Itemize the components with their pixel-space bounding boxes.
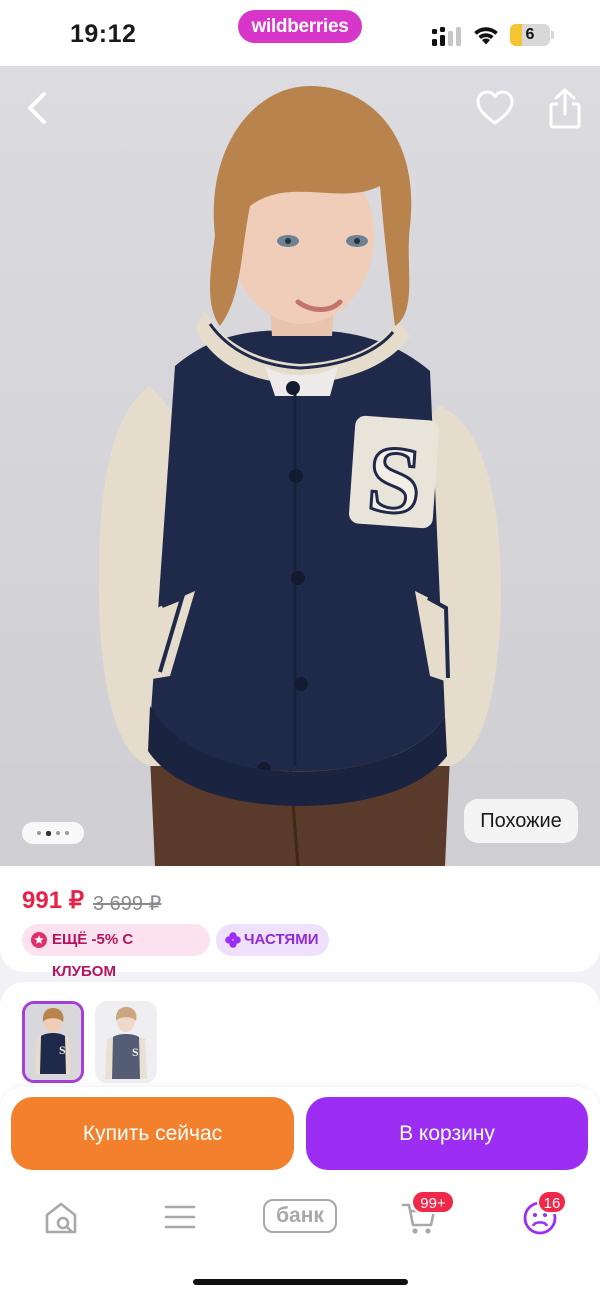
- carousel-dot-active: [46, 830, 51, 836]
- heart-icon[interactable]: [474, 88, 516, 128]
- club-discount-text: ЕЩЁ -5% С КЛУБОМ: [52, 931, 134, 980]
- product-photo[interactable]: S Похожие: [0, 66, 600, 866]
- home-search-icon: [45, 1202, 77, 1234]
- buy-now-button[interactable]: Купить сейчас: [11, 1097, 294, 1170]
- carousel-pagination: [22, 822, 84, 844]
- wifi-icon: [474, 27, 498, 45]
- cart-count-badge: 99+: [411, 1190, 455, 1214]
- add-to-cart-button[interactable]: В корзину: [306, 1097, 588, 1170]
- similar-products-button[interactable]: Похожие: [464, 799, 578, 843]
- status-bar: 19:12 wildberries 6: [0, 0, 600, 66]
- installments-clover-icon: [225, 932, 241, 948]
- battery-cap: [551, 31, 554, 39]
- brand-logo[interactable]: wildberries: [238, 10, 362, 43]
- svg-text:S: S: [59, 1043, 66, 1057]
- thumbnail-selected[interactable]: S: [22, 1001, 84, 1083]
- carousel-dot: [37, 831, 41, 835]
- club-star-icon: [31, 932, 47, 948]
- home-indicator[interactable]: [193, 1279, 408, 1285]
- battery-indicator: 6: [510, 24, 554, 46]
- carousel-dot: [56, 831, 60, 835]
- share-icon[interactable]: [545, 86, 585, 130]
- menu-icon: [164, 1205, 196, 1229]
- product-screen: 19:12 wildberries 6 S Похожие 991 ₽ 3 69…: [0, 0, 600, 1297]
- status-time: 19:12: [70, 20, 137, 48]
- carousel-dot: [65, 831, 69, 835]
- svg-text:S: S: [364, 424, 425, 534]
- installments-badge[interactable]: ЧАСТЯМИ: [216, 924, 329, 956]
- installments-text: ЧАСТЯМИ: [244, 931, 319, 948]
- tab-catalog[interactable]: [162, 1199, 198, 1239]
- cellular-signal-icon: [432, 27, 461, 46]
- current-price: 991 ₽: [22, 887, 84, 914]
- back-chevron-icon[interactable]: [18, 88, 58, 128]
- profile-notification-badge: 16: [537, 1190, 567, 1214]
- price-card: 991 ₽ 3 699 ₽ ЕЩЁ -5% С КЛУБОМ ЧАСТЯМИ: [0, 866, 600, 980]
- purchase-actions: Купить сейчас В корзину: [0, 1087, 600, 1187]
- svg-text:S: S: [132, 1045, 139, 1059]
- club-discount-badge[interactable]: ЕЩЁ -5% С КЛУБОМ: [22, 924, 210, 980]
- thumbnail[interactable]: S: [95, 1001, 157, 1083]
- battery-percent: 6: [525, 26, 535, 43]
- product-image-illustration: S: [98, 86, 501, 866]
- thumbnail-image: S: [25, 1004, 81, 1080]
- thumbnail-image: S: [95, 1001, 157, 1083]
- tab-bank[interactable]: банк: [263, 1199, 337, 1233]
- tab-home[interactable]: [42, 1199, 80, 1239]
- old-price: 3 699 ₽: [93, 893, 162, 915]
